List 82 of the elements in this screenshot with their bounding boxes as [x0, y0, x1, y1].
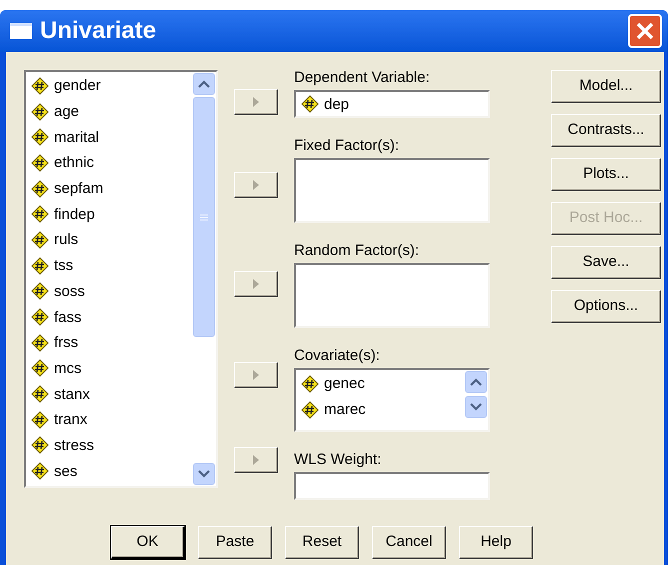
scale-variable-icon	[31, 282, 49, 300]
window-icon	[10, 23, 32, 39]
scale-variable-icon	[31, 102, 49, 121]
variable-name[interactable]: dep	[324, 96, 350, 112]
up-chevron-icon	[198, 80, 210, 88]
scale-variable-icon	[31, 76, 49, 95]
move-arrow-button[interactable]	[234, 362, 278, 388]
variable-name[interactable]: tss	[54, 258, 74, 274]
scale-variable-icon	[301, 400, 319, 419]
scale-variable-icon	[31, 230, 49, 249]
right-triangle-icon	[253, 180, 259, 190]
dialog-button[interactable]: Model...	[551, 70, 661, 103]
scrollbar-thumb[interactable]	[193, 97, 215, 337]
move-arrow-button[interactable]	[234, 447, 278, 473]
scroll-up-button[interactable]	[465, 371, 487, 393]
variable-name[interactable]: gender	[54, 78, 101, 94]
variable-name[interactable]: stress	[54, 438, 94, 453]
scale-variable-icon	[301, 95, 319, 113]
variable-name[interactable]: tranx	[54, 412, 88, 428]
scale-variable-icon	[31, 462, 49, 480]
scroll-down-button[interactable]	[465, 396, 487, 418]
scale-variable-icon	[31, 256, 49, 275]
move-arrow-button[interactable]	[234, 89, 278, 115]
dialog-button[interactable]: Cancel	[372, 526, 446, 559]
variable-name[interactable]: marec	[324, 402, 366, 418]
variable-name[interactable]: fass	[54, 310, 82, 325]
scale-variable-icon	[31, 410, 49, 429]
scale-variable-icon	[31, 205, 49, 224]
variable-name[interactable]: sepfam	[54, 181, 104, 196]
down-chevron-icon	[470, 403, 482, 411]
scale-variable-icon	[31, 385, 49, 404]
dialog-button[interactable]: OK	[111, 526, 185, 559]
scale-variable-icon	[31, 436, 49, 454]
variable-name[interactable]: age	[54, 104, 80, 120]
dialog-button[interactable]: Contrasts...	[551, 114, 661, 147]
variable-name[interactable]: findep	[54, 206, 95, 222]
field-label: Covariate(s):	[294, 348, 381, 363]
variable-name[interactable]: ruls	[54, 232, 78, 248]
move-arrow-button[interactable]	[234, 271, 278, 297]
right-triangle-icon	[253, 279, 259, 289]
scale-variable-icon	[31, 154, 49, 172]
variable-name[interactable]: mcs	[54, 360, 82, 376]
variable-name[interactable]: ethnic	[54, 155, 94, 170]
variable-name[interactable]: genec	[324, 376, 365, 392]
close-button[interactable]	[628, 14, 662, 48]
variable-list[interactable]: gender age marital ethnic sepfam findep ruls tss soss fass frss mcs stanx tranx stress ses	[24, 70, 218, 488]
scale-variable-icon	[31, 128, 49, 146]
up-chevron-icon	[470, 378, 482, 386]
field-label: WLS Weight:	[294, 452, 382, 467]
move-arrow-button[interactable]	[234, 172, 278, 198]
scale-variable-icon	[31, 308, 49, 326]
scale-variable-icon	[31, 180, 49, 198]
scale-variable-icon	[301, 374, 319, 393]
close-icon	[636, 22, 654, 40]
dialog-button[interactable]: Plots...	[551, 158, 661, 191]
down-chevron-icon	[198, 470, 210, 478]
dialog-button[interactable]: Paste	[198, 526, 272, 559]
variable-name[interactable]: ses	[54, 464, 78, 479]
variable-list-box[interactable]	[294, 158, 490, 223]
dialog-button[interactable]: Save...	[551, 246, 661, 279]
dialog-button[interactable]: Reset	[285, 526, 359, 559]
dialog-button[interactable]: Options...	[551, 290, 661, 323]
variable-list-box[interactable]	[294, 263, 490, 328]
scale-variable-icon	[31, 359, 49, 378]
variable-field[interactable]: dep	[294, 90, 490, 118]
variable-name[interactable]: frss	[54, 335, 78, 350]
variable-name[interactable]: soss	[54, 284, 85, 299]
right-triangle-icon	[253, 370, 259, 380]
variable-name[interactable]: marital	[54, 130, 100, 145]
variable-list-box[interactable]: genec marec	[294, 368, 490, 432]
field-label: Fixed Factor(s):	[294, 138, 400, 153]
variable-name[interactable]: stanx	[54, 386, 90, 402]
window-title: Univariate	[40, 16, 158, 46]
variable-field[interactable]	[294, 472, 490, 500]
scroll-up-button[interactable]	[193, 73, 215, 95]
scale-variable-icon	[31, 334, 49, 352]
right-triangle-icon	[253, 97, 259, 107]
right-triangle-icon	[253, 455, 259, 465]
field-label: Random Factor(s):	[294, 243, 420, 258]
scroll-down-button[interactable]	[193, 463, 215, 485]
dialog-button[interactable]: Help	[459, 526, 533, 559]
field-label: Dependent Variable:	[294, 70, 431, 85]
